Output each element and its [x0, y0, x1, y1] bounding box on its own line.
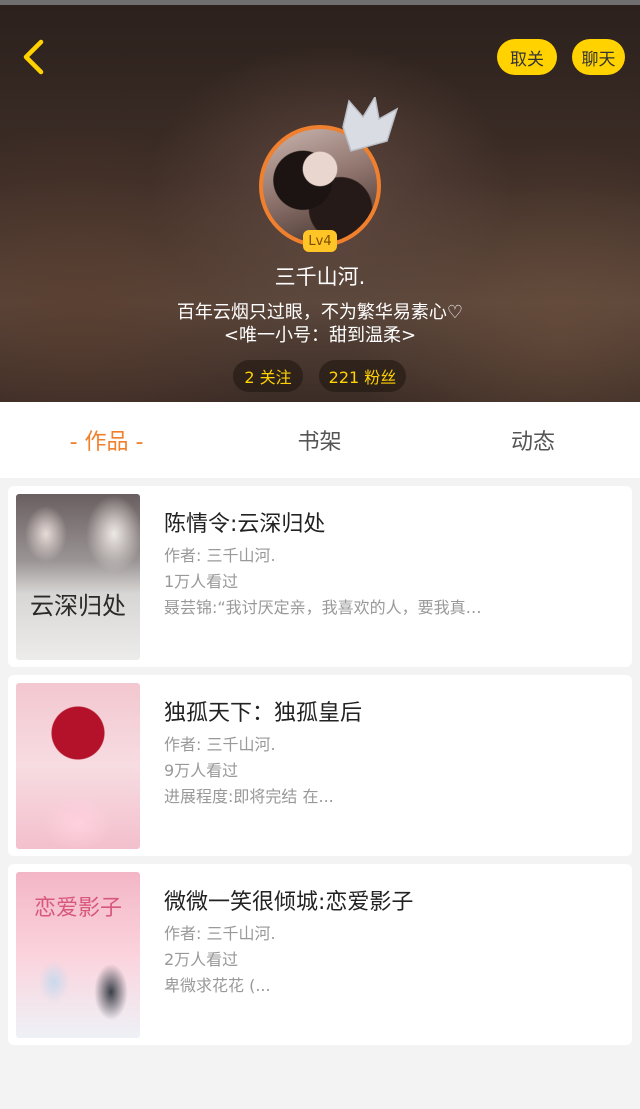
work-description: 聂芸锦:“我讨厌定亲，我喜欢的人，要我真…: [164, 598, 482, 617]
work-cover: [16, 683, 140, 849]
cover-art-text: 恋爱影子: [33, 896, 122, 921]
work-author: 作者: 三千山河.: [164, 735, 276, 754]
bio: 百年云烟只过眼，不为繁华易素心♡ <唯一小号：甜到温柔>: [0, 301, 640, 347]
profile-tabs: - 作品 - 书架 动态: [0, 402, 640, 478]
tab-bookshelf[interactable]: 书架: [213, 402, 426, 478]
bio-line: 百年云烟只过眼，不为繁华易素心♡: [176, 302, 464, 323]
profile-header: 取关 聊天 Lv4 三千山河. 百年云烟只过眼，不为繁华易素心♡ <唯一小号：甜…: [0, 0, 640, 402]
chat-button[interactable]: 聊天: [572, 39, 625, 75]
work-views: 2万人看过: [164, 950, 239, 969]
cover-art-text: 云深归处: [30, 592, 126, 620]
unfollow-button[interactable]: 取关: [497, 39, 557, 75]
tab-activity[interactable]: 动态: [426, 402, 640, 478]
work-title: 独孤天下：独孤皇后: [164, 701, 363, 726]
crown-icon: [342, 97, 399, 152]
username: 三千山河.: [274, 265, 366, 289]
work-title: 微微一笑很倾城:恋爱影子: [164, 890, 414, 915]
work-author: 作者: 三千山河.: [164, 546, 276, 565]
work-card[interactable]: 恋爱影子 微微一笑很倾城:恋爱影子 作者: 三千山河. 2万人看过 卑微求花花 …: [8, 864, 632, 1045]
following-count[interactable]: 2 关注: [233, 360, 303, 392]
work-cover: 恋爱影子: [16, 872, 140, 1038]
work-description: 进展程度:即将完结 在...: [164, 787, 334, 806]
work-description: 卑微求花花 (...: [164, 976, 271, 995]
work-cover: 云深归处: [16, 494, 140, 660]
back-button[interactable]: [14, 37, 54, 77]
bio-line: <唯一小号：甜到温柔>: [223, 325, 417, 346]
fans-count[interactable]: 221 粉丝: [319, 360, 406, 392]
work-card[interactable]: 独孤天下：独孤皇后 作者: 三千山河. 9万人看过 进展程度:即将完结 在...: [8, 675, 632, 856]
level-badge: Lv4: [303, 230, 337, 252]
work-views: 1万人看过: [164, 572, 239, 591]
chevron-left-icon: [23, 39, 44, 75]
work-title: 陈情令:云深归处: [164, 512, 326, 537]
work-views: 9万人看过: [164, 761, 239, 780]
work-author: 作者: 三千山河.: [164, 924, 276, 943]
work-card[interactable]: 云深归处 陈情令:云深归处 作者: 三千山河. 1万人看过 聂芸锦:“我讨厌定亲…: [8, 486, 632, 667]
tab-works[interactable]: - 作品 -: [0, 402, 213, 478]
